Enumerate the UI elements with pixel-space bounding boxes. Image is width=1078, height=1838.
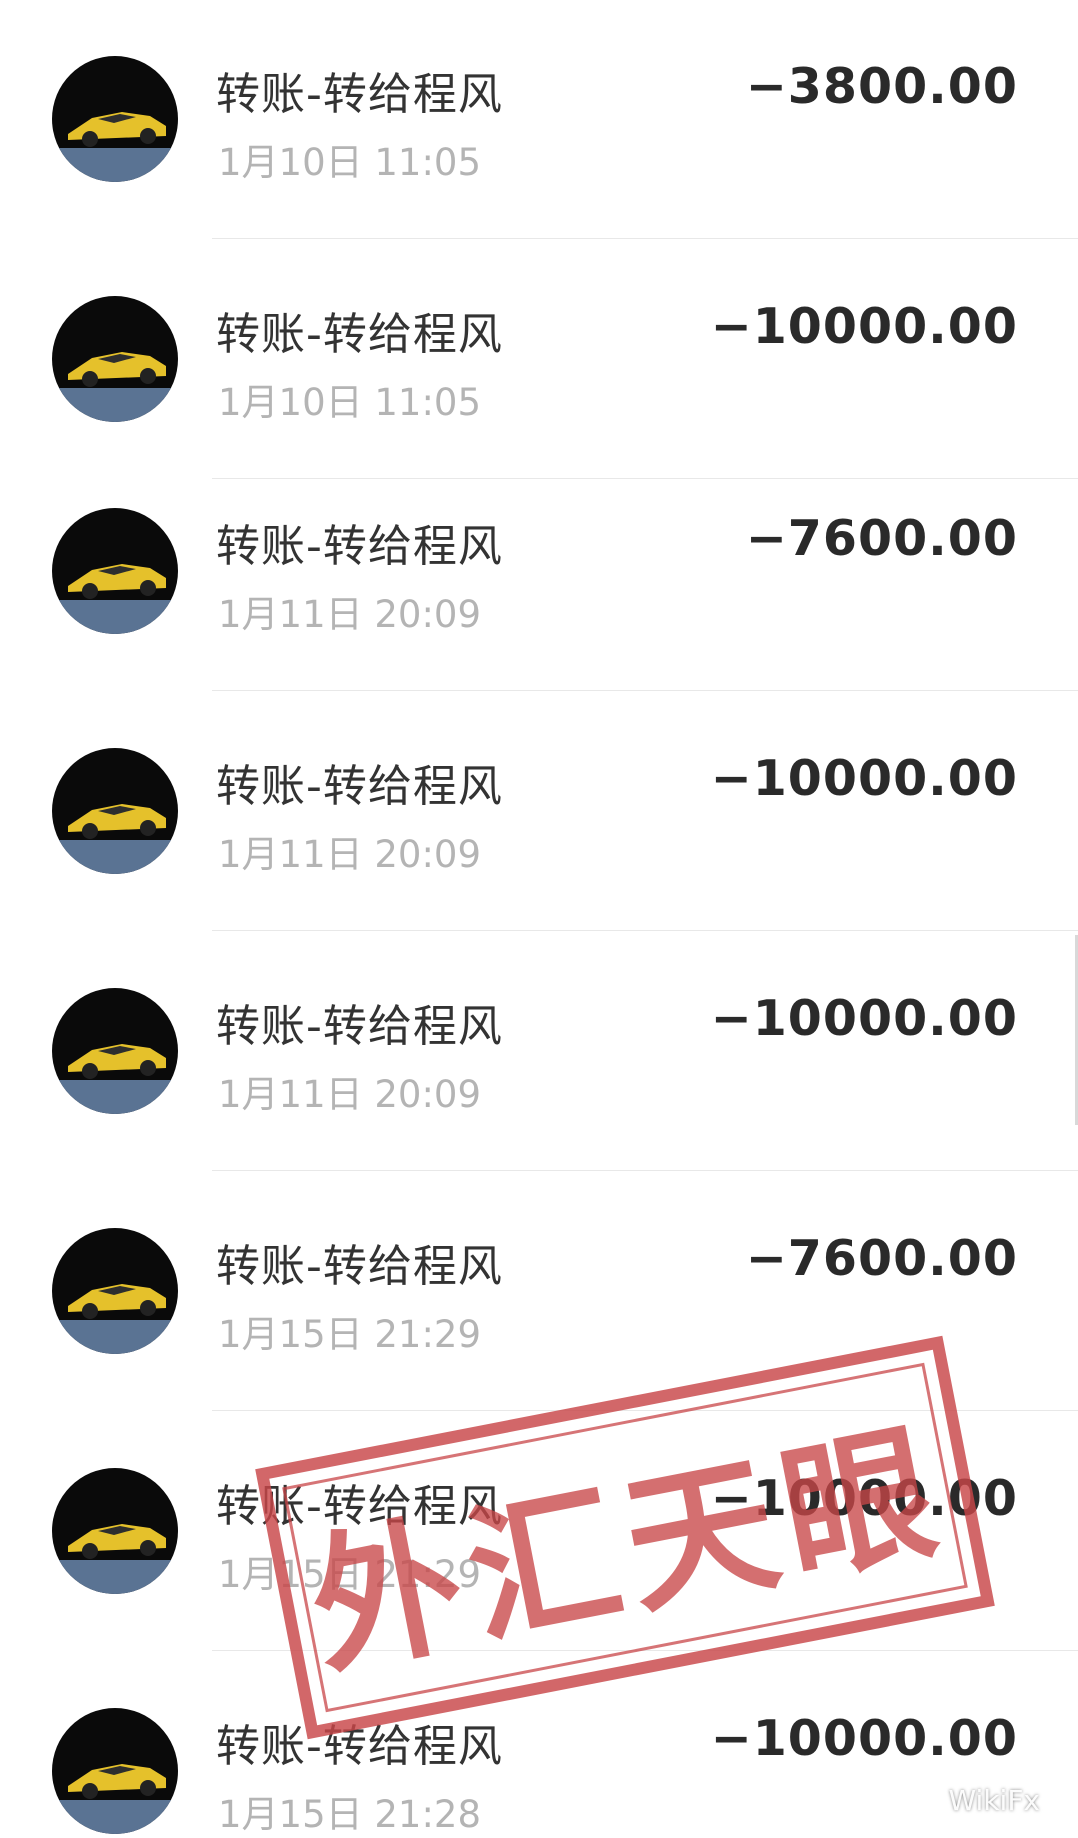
transaction-amount: −3800.00 <box>745 58 1018 115</box>
avatar <box>52 56 178 182</box>
sports-car-icon <box>52 296 178 422</box>
transaction-time: 1月15日 21:29 <box>218 1553 482 1596</box>
transaction-row[interactable]: 转账-转给程风 1月11日 20:09 −10000.00 <box>0 692 1078 932</box>
transaction-amount: −10000.00 <box>710 990 1018 1047</box>
transaction-title: 转账-转给程风 <box>216 309 503 360</box>
transaction-time: 1月10日 11:05 <box>218 141 482 184</box>
transaction-title: 转账-转给程风 <box>216 1721 503 1772</box>
divider <box>212 690 1078 691</box>
avatar <box>52 1468 178 1594</box>
transaction-title: 转账-转给程风 <box>216 1001 503 1052</box>
transaction-row[interactable]: 转账-转给程风 1月11日 20:09 −10000.00 <box>0 932 1078 1172</box>
sports-car-icon <box>52 1228 178 1354</box>
transaction-amount: −10000.00 <box>710 1470 1018 1527</box>
transaction-time: 1月11日 20:09 <box>218 833 482 876</box>
transaction-title: 转账-转给程风 <box>216 761 503 812</box>
sports-car-icon <box>52 1708 178 1834</box>
divider <box>212 1170 1078 1171</box>
divider <box>212 238 1078 239</box>
transaction-title: 转账-转给程风 <box>216 69 503 120</box>
sports-car-icon <box>52 748 178 874</box>
sports-car-icon <box>52 56 178 182</box>
transaction-title: 转账-转给程风 <box>216 1241 503 1292</box>
transaction-title: 转账-转给程风 <box>216 1481 503 1532</box>
transaction-time: 1月15日 21:29 <box>218 1313 482 1356</box>
transaction-time: 1月11日 20:09 <box>218 593 482 636</box>
divider <box>212 1410 1078 1411</box>
source-watermark: WikiFx <box>904 1784 1040 1817</box>
transaction-time: 1月10日 11:05 <box>218 381 482 424</box>
transaction-amount: −10000.00 <box>710 1710 1018 1767</box>
sports-car-icon <box>52 1468 178 1594</box>
transaction-row[interactable]: 转账-转给程风 1月15日 21:29 −7600.00 <box>0 1172 1078 1412</box>
avatar <box>52 508 178 634</box>
transaction-amount: −10000.00 <box>710 298 1018 355</box>
transaction-row[interactable]: 转账-转给程风 1月15日 21:29 −10000.00 <box>0 1412 1078 1652</box>
sports-car-icon <box>52 508 178 634</box>
transaction-title: 转账-转给程风 <box>216 521 503 572</box>
transaction-amount: −10000.00 <box>710 750 1018 807</box>
transaction-time: 1月15日 21:28 <box>218 1793 482 1836</box>
avatar <box>52 988 178 1114</box>
transaction-amount: −7600.00 <box>745 1230 1018 1287</box>
transaction-row[interactable]: 转账-转给程风 1月11日 20:09 −7600.00 <box>0 452 1078 692</box>
divider <box>212 1650 1078 1651</box>
transaction-list: 转账-转给程风 1月10日 11:05 −3800.00 转账-转给程风 1月1… <box>0 0 1078 1836</box>
wechat-icon <box>905 1786 940 1814</box>
avatar <box>52 296 178 422</box>
watermark-text: WikiFx <box>948 1784 1040 1817</box>
divider <box>212 930 1078 931</box>
transaction-row[interactable]: 转账-转给程风 1月10日 11:05 −3800.00 <box>0 0 1078 240</box>
transaction-time: 1月11日 20:09 <box>218 1073 482 1116</box>
avatar <box>52 1228 178 1354</box>
avatar <box>52 1708 178 1834</box>
sports-car-icon <box>52 988 178 1114</box>
transaction-row[interactable]: 转账-转给程风 1月10日 11:05 −10000.00 <box>0 240 1078 480</box>
avatar <box>52 748 178 874</box>
transaction-amount: −7600.00 <box>745 510 1018 567</box>
